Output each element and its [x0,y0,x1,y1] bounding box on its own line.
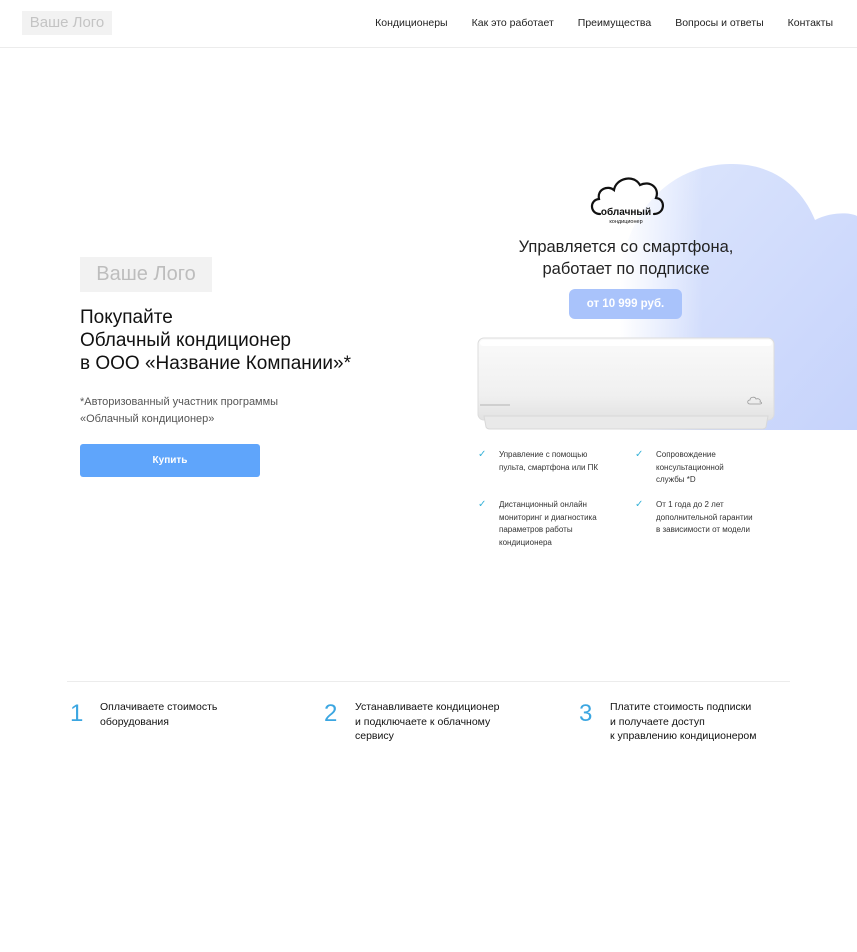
feature-line: дополнительной гарантии [656,512,753,522]
step-text-line: оборудования [100,715,169,728]
nav-item-contacts[interactable]: Контакты [788,17,833,29]
step-number: 3 [579,700,593,727]
step-text: Оплачиваете стоимость оборудования [100,700,217,729]
hero-note: *Авторизованный участник программы «Обла… [80,394,340,428]
step-text-line: Платите стоимость подписки [610,701,752,713]
hero-title-line: в ООО «Название Компании»* [80,353,351,374]
feature-line: консультационной [656,462,724,472]
price-badge: от 10 999 руб. [569,289,682,319]
feature-line: службы *D [656,475,696,484]
features-list: ✓ Управление с помощью пульта, смартфона… [478,449,798,559]
cloud-conditioner-logo: облачный кондиционер [590,177,664,225]
check-icon: ✓ [635,499,644,510]
step-text-line: Оплачиваете стоимость [100,701,218,713]
hero-note-line: *Авторизованный участник программы [80,396,279,408]
hero-note-line: «Облачный кондиционер» [80,413,215,425]
hero-title-line: Покупайте [80,307,173,328]
step-text-line: и подключаете к облачному [355,715,491,728]
feature-line: От 1 года до 2 лет [656,500,724,509]
nav-item-how-it-works[interactable]: Как это работает [472,17,554,29]
section-divider [67,681,790,682]
product-subtitle: Управляется со смартфона, работает по по… [486,236,766,280]
feature-line: Сопровождение [656,450,716,459]
step-text: Устанавливаете кондиционер и подключаете… [355,700,500,744]
buy-button[interactable]: Купить [80,444,260,477]
check-icon: ✓ [635,449,644,460]
step-text-line: и получаете доступ [610,715,705,728]
step-text-line: к управлению кондиционером [610,730,757,742]
feature-line: кондиционера [499,537,552,547]
header-logo[interactable]: Ваше Лого [22,11,112,35]
hero-title: Покупайте Облачный кондиционер в ООО «На… [80,306,410,375]
product-subtitle-line: работает по подписке [542,260,710,278]
main-nav: Кондиционеры Как это работает Преимущест… [375,17,833,29]
feature-line: в зависимости от модели [656,525,751,534]
feature-line: Управление с помощью [499,450,588,459]
hero-title-line: Облачный кондиционер [80,330,291,351]
feature-line: параметров работы [499,525,573,534]
cloud-logo-word: облачный [601,206,651,218]
feature-line: Дистанционный онлайн [499,500,587,509]
nav-item-faq[interactable]: Вопросы и ответы [675,17,763,29]
product-subtitle-line: Управляется со смартфона, [518,238,734,256]
check-icon: ✓ [478,499,487,510]
step-text-line: Устанавливаете кондиционер [355,701,500,713]
feature-line: мониторинг и диагностика [499,512,597,522]
hero-logo: Ваше Лого [80,257,212,292]
step-number: 2 [324,700,338,727]
nav-item-conditioners[interactable]: Кондиционеры [375,17,448,29]
step-text: Платите стоимость подписки и получаете д… [610,700,756,744]
step-number: 1 [70,700,84,727]
nav-item-advantages[interactable]: Преимущества [578,17,651,29]
feature-line: пульта, смартфона или ПК [499,462,599,472]
cloud-logo-sub: кондиционер [609,219,642,225]
site-header: Ваше Лого Кондиционеры Как это работает … [0,0,857,48]
check-icon: ✓ [478,449,487,460]
step-text-line: сервису [355,730,394,742]
air-conditioner-image [477,337,775,430]
